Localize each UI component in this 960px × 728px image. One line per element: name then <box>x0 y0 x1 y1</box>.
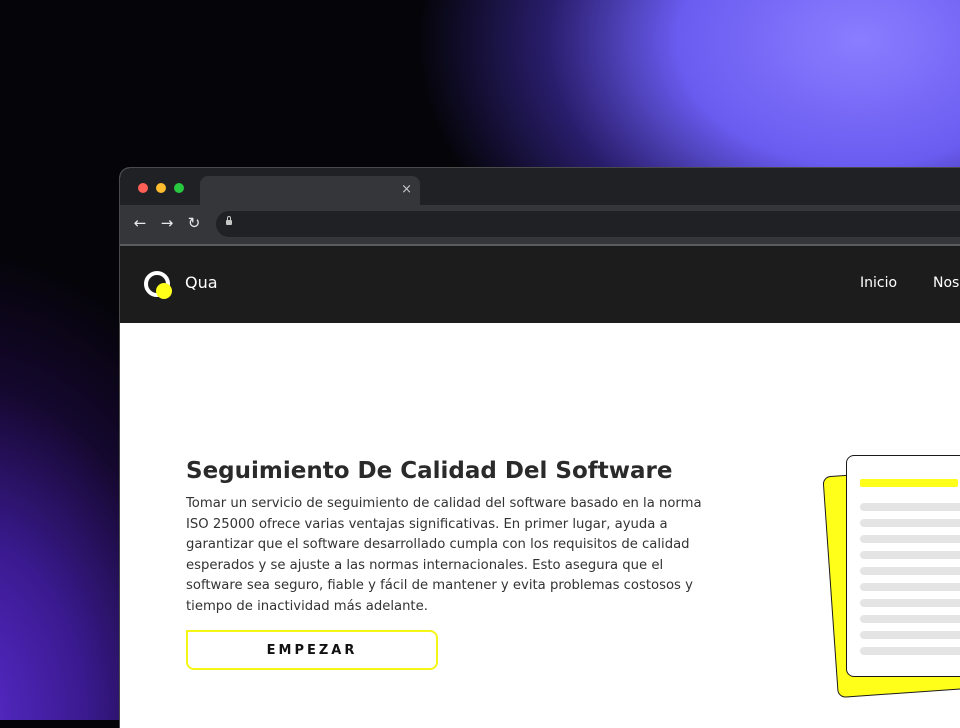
document-illustration <box>820 451 960 711</box>
document-text-line <box>860 631 960 639</box>
browser-tab[interactable]: × <box>200 176 420 205</box>
lock-icon <box>226 216 232 225</box>
document-text-line <box>860 647 960 655</box>
close-window-button[interactable] <box>138 183 148 193</box>
back-arrow-icon[interactable]: ← <box>131 214 149 232</box>
document-text-line <box>860 615 960 623</box>
forward-arrow-icon[interactable]: → <box>158 214 176 232</box>
browser-window: × ← → ↻ Qua Inicio Nos Seguimiento De Ca… <box>120 168 960 728</box>
document-front-sheet <box>846 455 960 677</box>
site-header: Qua Inicio Nos <box>120 246 960 323</box>
document-text-line <box>860 583 960 591</box>
browser-toolbar: ← → ↻ <box>120 205 960 244</box>
document-text-line <box>860 551 960 559</box>
address-bar[interactable] <box>216 211 960 237</box>
nav-link-nosotros[interactable]: Nos <box>933 275 959 291</box>
document-text-line <box>860 599 960 607</box>
document-text-line <box>860 503 960 511</box>
hero-title: Seguimiento De Calidad Del Software <box>186 458 673 484</box>
maximize-window-button[interactable] <box>174 183 184 193</box>
tab-strip: × <box>120 168 960 205</box>
hero-description: Tomar un servicio de seguimiento de cali… <box>186 496 702 614</box>
nav-link-inicio[interactable]: Inicio <box>860 275 897 291</box>
document-text-line <box>860 535 960 543</box>
close-icon[interactable]: × <box>401 182 412 198</box>
window-controls <box>138 183 184 193</box>
document-text-line <box>860 519 960 527</box>
document-text-line <box>860 567 960 575</box>
empezar-button[interactable]: EMPEZAR <box>186 630 438 670</box>
brand-name[interactable]: Qua <box>185 273 218 292</box>
logo-icon[interactable] <box>144 271 172 299</box>
reload-icon[interactable]: ↻ <box>185 214 203 232</box>
document-heading-bar <box>860 479 958 487</box>
minimize-window-button[interactable] <box>156 183 166 193</box>
